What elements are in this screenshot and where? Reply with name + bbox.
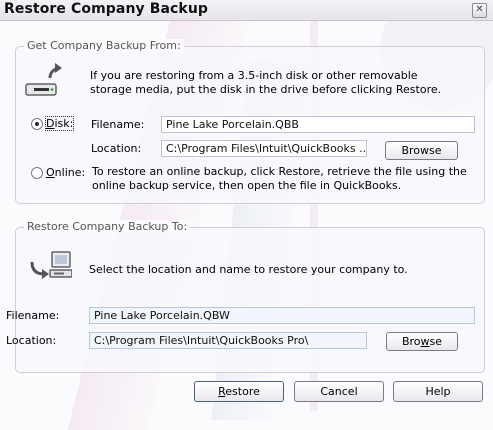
restore-location-instructions: Select the location and name to restore … [89,263,408,276]
destination-location-value: C:\Program Files\Intuit\QuickBooks Pro\ [94,334,309,347]
destination-filename-label: Filename: [6,309,60,322]
radio-selected-dot [35,122,39,126]
online-radio-button[interactable] [31,167,43,179]
help-button-label: Help [425,385,451,398]
restore-button[interactable]: Restore [194,381,284,402]
backup-filename-field[interactable]: Pine Lake Porcelain.QBB [161,116,475,133]
title-bar[interactable]: Restore Company Backup ✕ [0,0,493,21]
backup-filename-value: Pine Lake Porcelain.QBB [166,118,299,131]
destination-filename-value: Pine Lake Porcelain.QBW [94,309,230,322]
browse-button-label: Browse [401,144,442,157]
destination-browse-mnemonic: w [420,335,430,348]
close-icon: ✕ [475,4,484,15]
disk-drive-with-arrow-icon [24,62,62,98]
get-backup-from-group: Get Company Backup From: If you are rest… [15,39,485,204]
filename-label: Filename: [91,118,145,131]
disk-radio-button[interactable] [31,118,43,130]
online-mnemonic: O [46,166,55,179]
disk-label-rest: isk: [54,117,74,130]
online-label-rest: nline: [54,166,86,179]
close-button[interactable]: ✕ [472,3,487,18]
window-title: Restore Company Backup [4,1,209,17]
browse-button[interactable]: Browse [385,141,458,160]
removable-media-instructions: If you are restoring from a 3.5-inch dis… [90,69,442,96]
destination-browse-prefix: Bro [401,335,421,348]
group-legend: Restore Company Backup To: [24,220,191,233]
group-legend: Get Company Backup From: [24,39,184,52]
restore-to-group: Restore Company Backup To: Select the lo… [15,220,485,373]
disk-radio-label[interactable]: Disk: [44,116,75,131]
cancel-button[interactable]: Cancel [294,381,384,402]
help-button[interactable]: Help [393,381,483,402]
cancel-button-label: Cancel [320,385,358,398]
backup-location-field[interactable]: C:\Program Files\Intuit\QuickBooks ... [161,140,367,157]
arrow-to-computer-icon [28,248,73,284]
online-radio-label[interactable]: Online: [46,166,85,179]
backup-location-value: C:\Program Files\Intuit\QuickBooks ... [166,142,367,155]
location-label: Location: [91,142,142,155]
destination-filename-field[interactable]: Pine Lake Porcelain.QBW [89,307,475,324]
destination-browse-rest: se [429,335,443,348]
online-backup-instructions: To restore an online backup, click Resto… [92,165,467,192]
destination-location-field[interactable]: C:\Program Files\Intuit\QuickBooks Pro\ [89,332,367,349]
restore-label-rest: estore [225,385,260,398]
destination-browse-button[interactable]: Browse [386,332,458,351]
destination-location-label: Location: [6,334,57,347]
